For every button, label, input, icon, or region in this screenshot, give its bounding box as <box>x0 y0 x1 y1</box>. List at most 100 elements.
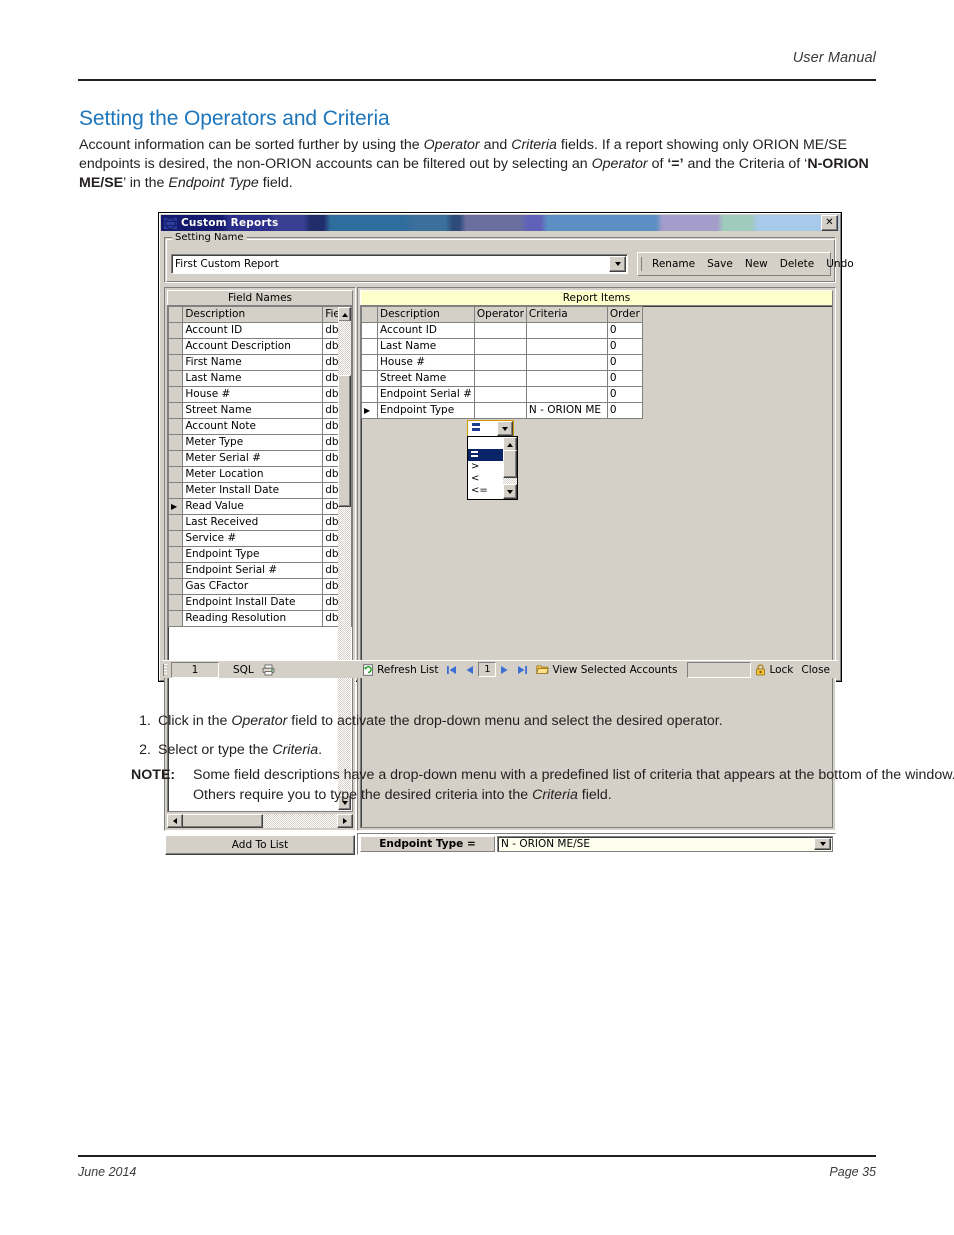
table-row[interactable]: House # 0 <box>361 354 643 371</box>
table-row[interactable]: Meter Location dbf_ <box>168 466 352 483</box>
table-row[interactable]: Endpoint Type dbf_ <box>168 546 352 563</box>
table-row[interactable]: Account Description dbf_ <box>168 338 352 355</box>
table-row[interactable]: Endpoint Serial # 0 <box>361 386 643 403</box>
rename-button[interactable]: Rename <box>646 256 701 272</box>
delete-button[interactable]: Delete <box>774 256 821 272</box>
row-selector[interactable] <box>168 546 184 563</box>
lock-button[interactable]: Lock <box>751 664 797 676</box>
column-header-criteria[interactable]: Criteria <box>525 306 608 323</box>
operator-dropdown-list[interactable]: > < <= <box>467 436 518 500</box>
cell-criteria[interactable] <box>525 370 608 387</box>
table-row[interactable]: Street Name 0 <box>361 370 643 387</box>
dialog-titlebar[interactable]: Custom Reports ✕ <box>161 215 839 231</box>
cell-order[interactable]: 0 <box>606 322 643 339</box>
row-selector[interactable] <box>361 338 378 355</box>
table-row[interactable]: Gas CFactor dbf_ <box>168 578 352 595</box>
operator-dropdown-scrollbar[interactable] <box>503 437 517 499</box>
cell-criteria[interactable] <box>525 322 608 339</box>
row-selector[interactable] <box>361 370 378 387</box>
cell-operator[interactable] <box>473 402 527 419</box>
nav-next-button[interactable] <box>496 665 513 675</box>
cell-operator[interactable] <box>473 370 527 387</box>
cell-operator[interactable] <box>473 338 527 355</box>
chevron-down-icon[interactable] <box>497 421 513 436</box>
table-row[interactable]: Account ID 0 <box>361 322 643 339</box>
scroll-up-icon[interactable] <box>338 307 351 322</box>
row-selector[interactable] <box>168 530 184 547</box>
scroll-right-icon[interactable] <box>337 814 353 828</box>
cell-order[interactable]: 0 <box>606 402 643 419</box>
cell-order[interactable]: 0 <box>606 354 643 371</box>
view-selected-accounts-button[interactable]: View Selected Accounts <box>532 664 681 676</box>
new-button[interactable]: New <box>739 256 774 272</box>
refresh-list-button[interactable]: Refresh List <box>358 664 442 676</box>
cell-criteria[interactable] <box>525 338 608 355</box>
undo-button[interactable]: Undo <box>820 256 859 272</box>
row-selector[interactable] <box>168 418 184 435</box>
table-row[interactable]: Meter Type dbf_ <box>168 434 352 451</box>
row-selector[interactable] <box>168 322 184 339</box>
cell-description[interactable]: House # <box>377 354 475 371</box>
add-to-list-button[interactable]: Add To List <box>165 835 355 855</box>
column-header-description[interactable]: Description <box>377 306 475 323</box>
row-selector[interactable]: ▶ <box>168 498 184 515</box>
row-selector[interactable] <box>168 562 184 579</box>
table-row[interactable]: ▶ Read Value dbf_ <box>168 498 352 515</box>
row-selector[interactable] <box>168 514 184 531</box>
toolbar-grip[interactable] <box>641 257 642 271</box>
chevron-down-icon[interactable] <box>609 256 626 272</box>
scroll-left-icon[interactable] <box>167 814 183 828</box>
cell-criteria[interactable] <box>525 354 608 371</box>
table-row[interactable]: Last Name dbf_ <box>168 370 352 387</box>
table-row[interactable]: Meter Install Date dbf_ <box>168 482 352 499</box>
operator-option[interactable]: <= <box>468 485 503 497</box>
close-button[interactable]: Close <box>797 664 834 676</box>
table-row[interactable]: Street Name dbf_ <box>168 402 352 419</box>
row-selector[interactable] <box>168 578 184 595</box>
row-selector[interactable] <box>168 370 184 387</box>
scroll-thumb[interactable] <box>338 375 351 507</box>
print-button[interactable] <box>258 664 279 676</box>
cell-criteria[interactable] <box>525 386 608 403</box>
row-selector[interactable] <box>168 338 184 355</box>
row-selector[interactable] <box>168 466 184 483</box>
sql-button[interactable]: SQL <box>229 664 258 676</box>
table-row[interactable]: House # dbf_ <box>168 386 352 403</box>
column-header-description[interactable]: Description <box>182 306 324 323</box>
criteria-value-combobox[interactable]: N - ORION ME/SE <box>497 836 833 852</box>
nav-prev-button[interactable] <box>461 665 478 675</box>
table-row[interactable]: Endpoint Install Date dbf_ <box>168 594 352 611</box>
operator-option[interactable] <box>468 449 503 461</box>
table-row[interactable]: ▶ Endpoint Type N - ORION ME 0 <box>361 402 643 419</box>
row-selector[interactable] <box>168 354 184 371</box>
row-selector[interactable] <box>168 434 184 451</box>
cell-criteria[interactable]: N - ORION ME <box>525 402 608 419</box>
field-names-horizontal-scrollbar[interactable] <box>167 814 353 828</box>
table-row[interactable]: Endpoint Serial # dbf_ <box>168 562 352 579</box>
chevron-down-icon[interactable] <box>814 838 831 850</box>
row-selector[interactable] <box>168 594 184 611</box>
cell-operator[interactable] <box>473 322 527 339</box>
operator-option[interactable]: < <box>468 473 503 485</box>
table-row[interactable]: First Name dbf_ <box>168 354 352 371</box>
row-selector[interactable] <box>168 386 184 403</box>
column-header-order[interactable]: Order <box>606 306 643 323</box>
cell-order[interactable]: 0 <box>606 338 643 355</box>
cell-description[interactable]: Account ID <box>377 322 475 339</box>
table-row[interactable]: Account Note dbf_ <box>168 418 352 435</box>
cell-order[interactable]: 0 <box>606 370 643 387</box>
row-selector[interactable] <box>361 322 378 339</box>
column-header-operator[interactable]: Operator <box>473 306 527 323</box>
nav-last-button[interactable] <box>513 665 532 675</box>
cell-description[interactable]: Last Name <box>377 338 475 355</box>
row-selector[interactable]: ▶ <box>361 402 378 419</box>
operator-option[interactable]: > <box>468 461 503 473</box>
operator-combobox[interactable] <box>467 420 514 437</box>
cell-description[interactable]: Street Name <box>377 370 475 387</box>
scroll-down-icon[interactable] <box>503 484 517 499</box>
save-button[interactable]: Save <box>701 256 739 272</box>
cell-description[interactable]: Endpoint Type <box>377 402 475 419</box>
scroll-thumb[interactable] <box>503 450 517 478</box>
cell-order[interactable]: 0 <box>606 386 643 403</box>
nav-first-button[interactable] <box>442 665 461 675</box>
